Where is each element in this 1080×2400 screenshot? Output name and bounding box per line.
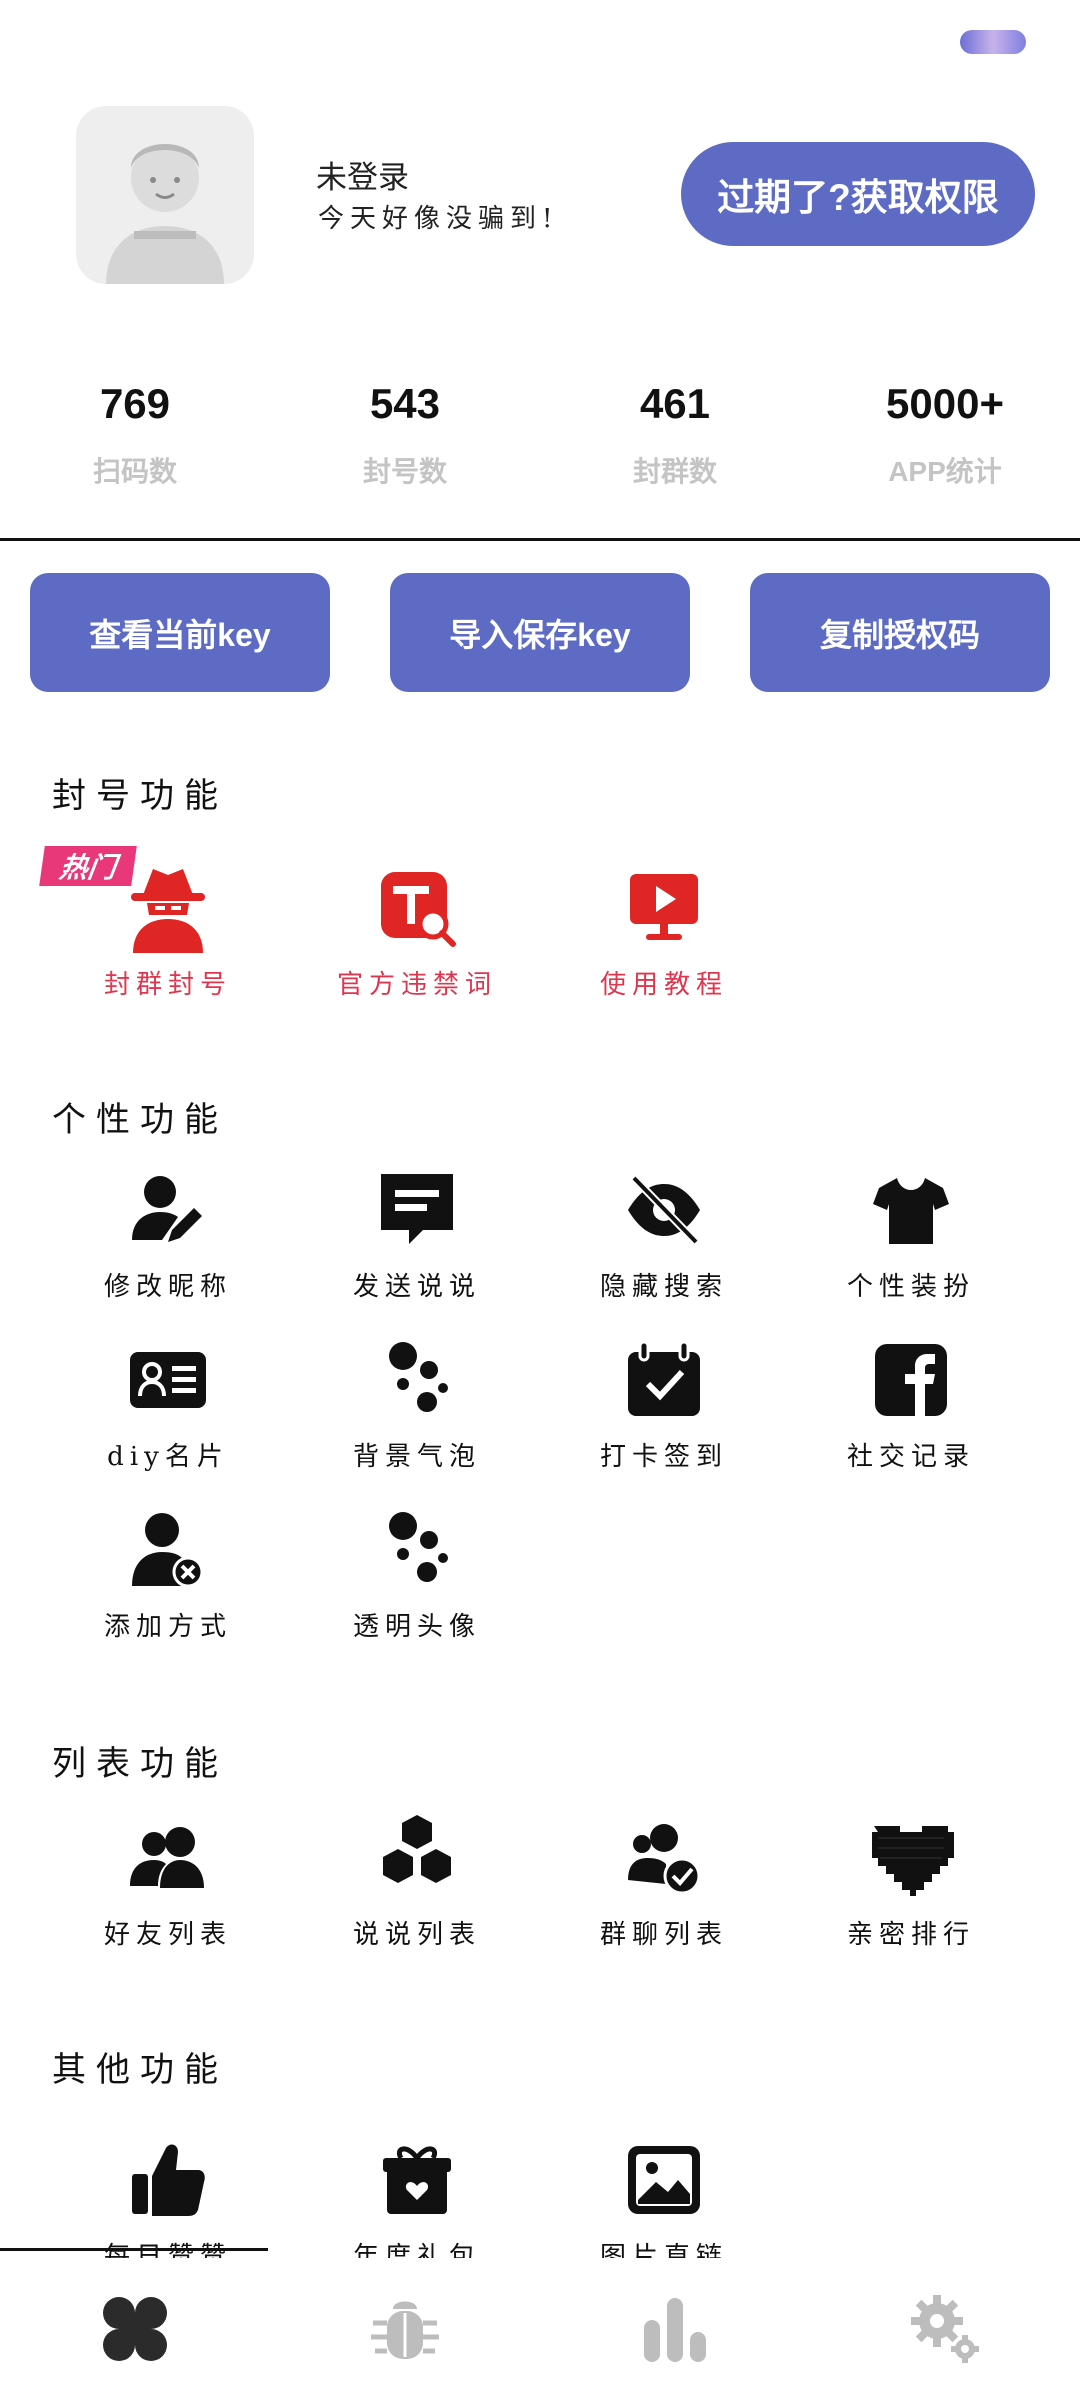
item-label: 使用教程 — [599, 970, 728, 1000]
stat-label: 封群数 — [632, 456, 717, 487]
clover-icon — [103, 2297, 167, 2361]
avatar-icon — [106, 144, 224, 284]
item-tutorial[interactable]: 使用教程 — [564, 858, 764, 1001]
get-permission-button[interactable]: 过期了?获取权限 — [681, 142, 1035, 246]
message-icon — [367, 1160, 467, 1260]
bottom-nav — [0, 2258, 1080, 2400]
item-label: 添加方式 — [103, 1612, 232, 1642]
item-add-method[interactable]: 添加方式 — [68, 1500, 268, 1643]
stat-app: 5000+ APP统计 — [810, 380, 1080, 490]
eye-off-icon — [614, 1160, 714, 1260]
settings-icon — [911, 2295, 979, 2363]
item-friend-list[interactable]: 好友列表 — [68, 1808, 268, 1951]
bug-icon — [371, 2301, 439, 2359]
user-name: 未登录 — [316, 160, 409, 195]
stat-label: APP统计 — [888, 456, 1002, 487]
item-transparent-avatar[interactable]: 透明头像 — [317, 1500, 517, 1643]
item-label: 个性装扮 — [846, 1272, 975, 1302]
stat-ban-group: 461 封群数 — [540, 380, 810, 490]
item-bubble-bg[interactable]: 背景气泡 — [317, 1330, 517, 1473]
copy-auth-code-button[interactable]: 复制授权码 — [750, 573, 1050, 692]
id-card-icon — [118, 1330, 218, 1430]
gift-box-icon — [367, 2130, 467, 2230]
item-social-record[interactable]: 社交记录 — [811, 1330, 1011, 1473]
nav-stats[interactable] — [630, 2284, 720, 2374]
import-key-button[interactable]: 导入保存key — [390, 573, 690, 692]
item-personal-dress[interactable]: 个性装扮 — [811, 1160, 1011, 1303]
item-label: diy名片 — [107, 1442, 229, 1472]
item-check-in[interactable]: 打卡签到 — [564, 1330, 764, 1473]
calendar-check-icon — [614, 1330, 714, 1430]
avatar[interactable] — [76, 106, 254, 284]
stat-value: 461 — [639, 380, 711, 427]
image-icon — [614, 2130, 714, 2230]
item-image-link[interactable]: 图片直链 — [564, 2130, 764, 2273]
item-official-banned-words[interactable]: 官方违禁词 — [317, 858, 517, 1001]
section-title-ban: 封号功能 — [52, 776, 228, 816]
pixel-heart-icon — [861, 1808, 961, 1908]
nav-bug[interactable] — [360, 2284, 450, 2374]
facebook-icon — [861, 1330, 961, 1430]
nav-settings[interactable] — [900, 2284, 990, 2374]
item-send-post[interactable]: 发送说说 — [317, 1160, 517, 1303]
user-edit-icon — [118, 1160, 218, 1260]
scroll-indicator — [0, 2248, 268, 2251]
stat-label: 扫码数 — [92, 456, 177, 487]
item-label: 封群封号 — [103, 970, 232, 1000]
item-label: 官方违禁词 — [336, 970, 497, 1000]
item-label: 修改昵称 — [103, 1272, 232, 1302]
users-icon — [118, 1808, 218, 1908]
item-label: 发送说说 — [352, 1272, 481, 1302]
stat-label: 封号数 — [362, 456, 447, 487]
item-label: 群聊列表 — [599, 1920, 728, 1950]
group-check-icon — [614, 1808, 714, 1908]
divider — [0, 538, 1080, 541]
section-title-personal: 个性功能 — [52, 1100, 228, 1140]
nav-home[interactable] — [90, 2284, 180, 2374]
item-change-nickname[interactable]: 修改昵称 — [68, 1160, 268, 1303]
stat-ban-account: 543 封号数 — [270, 380, 540, 490]
bubbles-icon — [367, 1330, 467, 1430]
bar-chart-icon — [644, 2298, 706, 2362]
user-subtitle: 今天好像没骗到! — [318, 204, 559, 234]
item-label: 隐藏搜索 — [599, 1272, 728, 1302]
item-label: 亲密排行 — [846, 1920, 975, 1950]
section-title-other: 其他功能 — [52, 2050, 228, 2090]
item-label: 打卡签到 — [599, 1442, 728, 1472]
item-group-list[interactable]: 群聊列表 — [564, 1808, 764, 1951]
item-annual-gift[interactable]: 年度礼包 — [317, 2130, 517, 2273]
stat-value: 543 — [369, 380, 441, 427]
hexagons-icon — [367, 1808, 467, 1908]
item-diy-card[interactable]: diy名片 — [68, 1330, 268, 1473]
video-play-icon — [614, 858, 714, 958]
bubbles-icon — [367, 1500, 467, 1600]
item-ban-group[interactable]: 封群封号 — [68, 858, 268, 1001]
stat-value: 5000+ — [886, 380, 1004, 427]
item-label: 说说列表 — [352, 1920, 481, 1950]
view-key-button[interactable]: 查看当前key — [30, 573, 330, 692]
tshirt-icon — [861, 1160, 961, 1260]
spy-icon — [118, 858, 218, 958]
item-daily-like[interactable]: 每日赞赞 — [68, 2130, 268, 2273]
section-title-list: 列表功能 — [52, 1744, 228, 1784]
item-hide-search[interactable]: 隐藏搜索 — [564, 1160, 764, 1303]
item-label: 社交记录 — [846, 1442, 975, 1472]
status-pill — [960, 30, 1026, 54]
search-text-icon — [367, 858, 467, 958]
user-remove-icon — [118, 1500, 218, 1600]
thumbs-up-icon — [118, 2130, 218, 2230]
stat-scan: 769 扫码数 — [0, 380, 270, 490]
item-label: 背景气泡 — [352, 1442, 481, 1472]
item-intimacy-rank[interactable]: 亲密排行 — [811, 1808, 1011, 1951]
item-label: 好友列表 — [103, 1920, 232, 1950]
item-label: 透明头像 — [352, 1612, 481, 1642]
stat-value: 769 — [99, 380, 171, 427]
item-post-list[interactable]: 说说列表 — [317, 1808, 517, 1951]
